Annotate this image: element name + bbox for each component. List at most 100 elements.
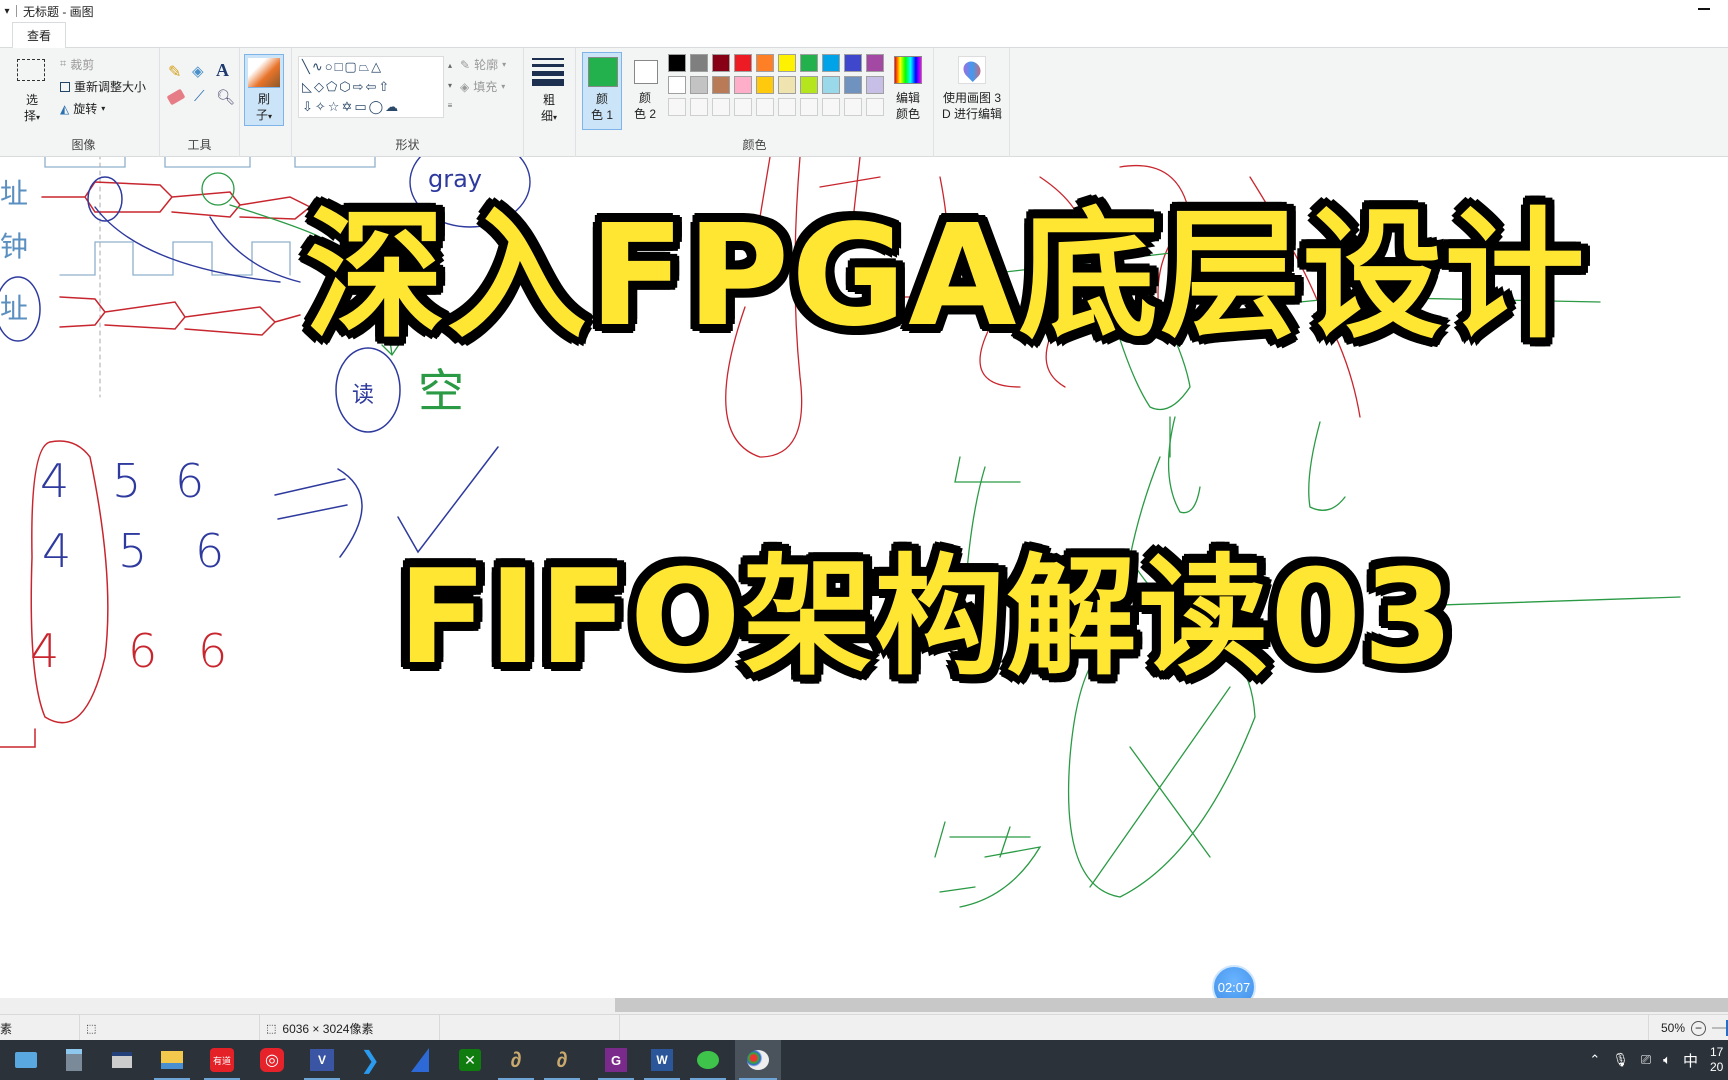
palette-color[interactable]	[800, 76, 818, 94]
shapes-gallery[interactable]: ╲∿○□▢⏢△ ◺◇⬠⬡⇨⇦⇧ ⇩✧☆✡▭◯☁	[298, 56, 444, 118]
fill-bucket-icon[interactable]: ◈	[192, 62, 204, 80]
taskbar-calculator[interactable]	[52, 1040, 96, 1080]
paint3d-button[interactable]: 使用画图 3 D 进行编辑	[936, 52, 1008, 130]
foxit-pdf-icon: G	[605, 1048, 627, 1072]
size-button[interactable]: 粗细▾	[530, 54, 568, 130]
taskbar-xbox[interactable]: ✕	[448, 1040, 492, 1080]
palette-custom-slot[interactable]	[734, 98, 752, 116]
palette-color[interactable]	[866, 54, 884, 72]
taskbar-word[interactable]: W	[640, 1040, 684, 1080]
taskbar-wireshark[interactable]	[398, 1040, 442, 1080]
tray-overflow-icon[interactable]: ⌃	[1589, 1052, 1600, 1068]
shapes-row-2: ◺◇⬠⬡⇨⇦⇧	[302, 79, 392, 94]
palette-custom-slot[interactable]	[822, 98, 840, 116]
group-colors-label: 颜色	[742, 138, 767, 152]
zoom-slider[interactable]	[1712, 1020, 1728, 1036]
crop-button[interactable]: ⌗ 裁剪	[60, 56, 94, 73]
microphone-icon[interactable]: 🎙︎	[1612, 1052, 1629, 1068]
youdao-icon: 有道	[210, 1048, 234, 1072]
size-label-1: 粗	[542, 93, 555, 107]
group-tools: ✎ ◈ A ⟋ 🔍︎ 工具	[160, 48, 240, 157]
resize-button[interactable]: 重新调整大小	[60, 78, 146, 95]
palette-color[interactable]	[866, 76, 884, 94]
palette-color[interactable]	[800, 54, 818, 72]
palette-custom-slot[interactable]	[778, 98, 796, 116]
palette-custom-slot[interactable]	[668, 98, 686, 116]
edit-colors-label-2: 颜色	[895, 107, 920, 121]
palette-color[interactable]	[756, 54, 774, 72]
palette-color[interactable]	[822, 76, 840, 94]
taskbar-wechat[interactable]	[686, 1040, 730, 1080]
taskbar-file-explorer[interactable]	[150, 1040, 194, 1080]
palette-custom-slot[interactable]	[800, 98, 818, 116]
palette-color[interactable]	[668, 76, 686, 94]
palette-custom-slot[interactable]	[690, 98, 708, 116]
palette-custom-slot[interactable]	[756, 98, 774, 116]
shapes-scroll[interactable]: ▴ ▾ ≡	[444, 56, 456, 118]
taskbar: 有道 ◎ V ❯ ✕ ∂ ∂ G W ⌃ 🎙︎ ⎚ 🔈︎ 中 17202	[0, 1040, 1728, 1080]
color-palette	[668, 54, 890, 120]
horizontal-scrollbar[interactable]	[0, 998, 1728, 1014]
tab-view[interactable]: 查看	[12, 22, 67, 48]
palette-custom-slot[interactable]	[712, 98, 730, 116]
ime-indicator[interactable]: 中	[1683, 1050, 1698, 1071]
fill-button[interactable]: ◈ 填充 ▾	[460, 78, 505, 95]
taskbar-foxit-pdf[interactable]: G	[594, 1040, 638, 1080]
green-vertical	[1308, 421, 1346, 511]
taskbar-netease-music[interactable]: ◎	[250, 1040, 294, 1080]
color2-label-2: 色 2	[633, 107, 656, 121]
palette-color[interactable]	[822, 54, 840, 72]
row1-num-3: 6	[175, 454, 204, 508]
edit-colors-button[interactable]: 编辑 颜色	[886, 52, 930, 130]
palette-color[interactable]	[690, 76, 708, 94]
outline-button[interactable]: ✎ 轮廓 ▾	[460, 56, 506, 73]
palette-custom-slot[interactable]	[866, 98, 884, 116]
text-icon[interactable]: A	[216, 60, 229, 81]
row2-num-2: 5	[118, 524, 147, 578]
brushes-button[interactable]: 刷子▾	[244, 54, 284, 126]
color1-label-1: 颜	[595, 92, 608, 106]
palette-color[interactable]	[690, 54, 708, 72]
taskbar-vscode[interactable]: ❯	[348, 1040, 392, 1080]
resize-icon	[60, 81, 70, 92]
magnifier-icon[interactable]: 🔍︎	[216, 88, 235, 106]
taskbar-control-panel[interactable]	[4, 1040, 48, 1080]
palette-color[interactable]	[712, 54, 730, 72]
palette-color[interactable]	[756, 76, 774, 94]
taskbar-visio[interactable]: V	[300, 1040, 344, 1080]
scrollbar-thumb[interactable]	[615, 998, 1728, 1012]
select-icon	[17, 59, 45, 81]
palette-color[interactable]	[668, 54, 686, 72]
palette-color[interactable]	[712, 76, 730, 94]
pencil-icon[interactable]: ✎	[168, 62, 181, 82]
palette-color[interactable]	[734, 54, 752, 72]
taskbar-snipping[interactable]	[100, 1040, 144, 1080]
eraser-icon[interactable]	[166, 88, 186, 106]
group-tools-label: 工具	[187, 138, 212, 152]
control-panel-icon	[15, 1052, 37, 1068]
palette-color[interactable]	[844, 54, 862, 72]
zoom-out-button[interactable]: −	[1691, 1020, 1706, 1036]
taskbar-app-a[interactable]: ∂	[494, 1040, 538, 1080]
color-picker-icon[interactable]: ⟋	[194, 88, 205, 105]
palette-custom-slot[interactable]	[844, 98, 862, 116]
rotate-button[interactable]: ◭ 旋转 ▾	[60, 100, 105, 117]
row3-num-3: 6	[198, 624, 227, 678]
taskbar-app-b[interactable]: ∂	[540, 1040, 584, 1080]
color1-button[interactable]: 颜色 1	[582, 52, 622, 130]
clock[interactable]: 17202	[1710, 1045, 1724, 1075]
taskbar-youdao[interactable]: 有道	[200, 1040, 244, 1080]
color2-button[interactable]: 颜色 2	[626, 52, 666, 130]
green-5	[934, 821, 1042, 908]
quick-access-dropdown-icon[interactable]: ▾	[0, 6, 14, 17]
palette-color[interactable]	[778, 54, 796, 72]
palette-color[interactable]	[844, 76, 862, 94]
taskbar-paint[interactable]	[735, 1040, 781, 1080]
speaker-icon[interactable]: 🔈︎	[1663, 1052, 1671, 1068]
minimize-button[interactable]	[1698, 8, 1710, 10]
palette-color[interactable]	[734, 76, 752, 94]
drawing-canvas[interactable]: gray 读 空 4 5 6 4 5 6 4 6 6 深入FPGA底层设计 FI…	[0, 157, 1728, 1000]
palette-color[interactable]	[778, 76, 796, 94]
select-button[interactable]: 选择▾	[14, 54, 50, 134]
camera-icon[interactable]: ⎚	[1641, 1052, 1651, 1068]
